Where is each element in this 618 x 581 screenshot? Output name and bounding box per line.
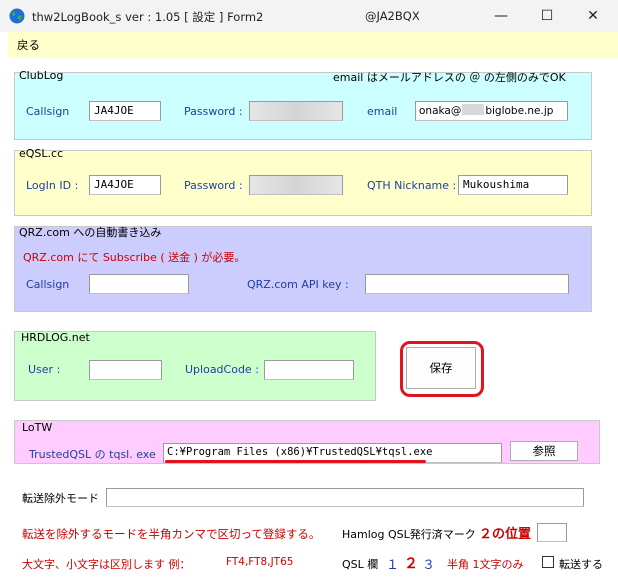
hrdlog-user-input[interactable] [89,360,162,380]
eqsl-password-label: Password : [184,179,243,192]
exclude-mode-label: 転送除外モード [22,492,99,505]
exclude-example: FT4,FT8,JT65 [226,556,294,568]
qrz-callsign-label: Callsign [26,278,70,291]
eqsl-qth-label: QTH Nickname : [367,179,457,192]
app-globe-icon [9,8,25,24]
qrz-callsign-input[interactable] [89,274,189,294]
lotw-path-value: C:¥Program Files (x86)¥TrustedQSL¥tqsl.e… [167,446,433,458]
minimize-icon: — [494,8,508,24]
window-title: thw2LogBook_s ver : 1.05 [ 設定 ] Form2 [32,10,264,24]
qrz-group: QRZ.com への自動書き込み QRZ.com にて Subscribe ( … [14,226,592,312]
hamlog-mark-input[interactable] [537,523,567,542]
lotw-path-underline [165,460,426,463]
hrdlog-uploadcode-label: UploadCode : [185,363,259,376]
hamlog-position-label: ２の位置 [479,527,532,542]
hamlog-mark-label: Hamlog QSL発行済マーク [342,528,476,541]
eqsl-login-label: LogIn ID : [26,179,79,192]
clublog-group: ClubLog email はメールアドレスの ＠ の左側のみでOK Calls… [14,69,592,140]
save-button-label: 保存 [429,361,453,375]
hrdlog-group-label: HRDLOG.net [21,331,90,344]
hrdlog-uploadcode-input[interactable] [264,360,354,380]
maximize-button[interactable]: ☐ [524,0,570,32]
clublog-password-label: Password : [184,105,243,118]
maximize-icon: ☐ [540,8,554,24]
lotw-group: LoTW TrustedQSL の tqsl. exe C:¥Program F… [14,420,600,464]
qsl-column-1: １ [386,558,400,573]
lotw-browse-button[interactable]: 参照 [510,441,578,461]
save-button[interactable]: 保存 [406,347,476,389]
menu-bar: 戻る [8,32,618,58]
minimize-button[interactable]: — [478,0,524,32]
qrz-group-label: QRZ.com への自動書き込み [19,226,162,239]
clublog-group-label: ClubLog [19,69,64,82]
clublog-email-note: email はメールアドレスの ＠ の左側のみでOK [333,71,566,84]
eqsl-login-input[interactable]: JA4JOE [89,175,161,195]
email-prefix: onaka@ [419,105,462,117]
transfer-checkbox[interactable] [542,556,554,568]
qsl-column-label: QSL 欄 [342,558,379,571]
eqsl-group-label: eQSL.cc [19,147,64,160]
email-masked [462,104,485,115]
hrdlog-user-label: User : [28,363,61,376]
clublog-email-input[interactable]: onaka@ biglobe.ne.jp [415,101,568,121]
qrz-apikey-input[interactable] [365,274,569,294]
halfwidth-note: 半角 1文字のみ [447,558,524,571]
clublog-password-input[interactable] [249,101,343,121]
window-callsign: @JA2BQX [365,9,420,23]
clublog-callsign-label: Callsign [26,105,70,118]
eqsl-password-input[interactable] [249,175,343,195]
qrz-apikey-label: QRZ.com API key : [247,278,349,291]
qsl-column-3: ３ [422,558,436,573]
close-button[interactable]: ✕ [570,0,616,32]
email-suffix: biglobe.ne.jp [485,105,554,117]
title-bar: thw2LogBook_s ver : 1.05 [ 設定 ] Form2 @J… [0,0,618,32]
eqsl-group: eQSL.cc LogIn ID : JA4JOE Password : QTH… [14,147,592,216]
exclude-mode-input[interactable] [106,488,584,507]
clublog-email-label: email [367,105,398,118]
lotw-path-label: TrustedQSL の tqsl. exe [29,448,156,461]
transfer-checkbox-label: 転送する [559,558,603,571]
eqsl-qth-input[interactable]: Mukoushima [458,175,568,195]
hrdlog-group: HRDLOG.net User : UploadCode : [14,331,376,401]
exclude-instruction: 転送を除外するモードを半角カンマで区切って登録する。 [22,527,321,541]
qsl-column-2: ２ [404,556,418,572]
menu-back[interactable]: 戻る [17,37,40,53]
case-sensitive-note: 大文字、小文字は区別します 例： [22,558,191,571]
clublog-callsign-input[interactable]: JA4JOE [89,101,161,121]
lotw-group-label: LoTW [22,421,53,434]
close-icon: ✕ [587,8,599,24]
qrz-subscribe-notice: QRZ.com にて Subscribe ( 送金 ) が必要。 [23,251,246,264]
browse-button-label: 参照 [532,444,556,458]
